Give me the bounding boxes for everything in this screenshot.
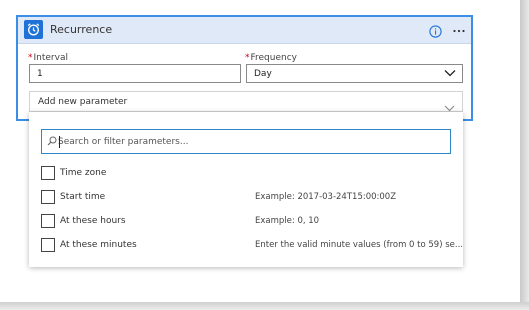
frequency-select[interactable]: Day xyxy=(246,64,463,83)
alarm-clock-icon xyxy=(24,20,43,39)
parameter-option-hint: Enter the valid minute values (from 0 to… xyxy=(255,240,463,250)
time-zone-checkbox[interactable] xyxy=(41,166,55,180)
parameter-option-hint: Example: 0, 10 xyxy=(255,216,320,226)
at-these-minutes-checkbox[interactable] xyxy=(41,238,55,252)
parameter-option-label: At these hours xyxy=(60,216,126,226)
parameter-option-start-time[interactable]: Start time Example: 2017-03-24T15:00:00Z xyxy=(41,190,461,208)
frequency-label-text: Frequency xyxy=(250,53,298,63)
parameter-dropdown-panel: Time zone Start time Example: 2017-03-24… xyxy=(29,112,463,267)
parameter-search-box[interactable] xyxy=(41,129,451,154)
frequency-label: *Frequency xyxy=(245,53,297,63)
window-shadow-bottom xyxy=(0,302,529,310)
parameter-option-hint: Example: 2017-03-24T15:00:00Z xyxy=(255,192,397,202)
interval-input[interactable]: 1 xyxy=(29,64,241,83)
frequency-value: Day xyxy=(254,69,272,79)
interval-label: *Interval xyxy=(28,53,68,63)
parameter-option-label: At these minutes xyxy=(60,240,137,250)
required-mark: * xyxy=(245,53,250,63)
info-icon[interactable] xyxy=(429,23,442,38)
search-icon xyxy=(47,136,57,146)
chevron-down-icon xyxy=(444,69,456,80)
parameter-option-time-zone[interactable]: Time zone xyxy=(41,166,461,184)
parameter-search-input[interactable] xyxy=(58,133,438,150)
window-shadow-right xyxy=(520,0,529,310)
more-options-icon[interactable] xyxy=(452,22,466,36)
add-new-parameter-dropdown[interactable]: Add new parameter xyxy=(29,91,463,112)
text-cursor xyxy=(59,136,60,148)
start-time-checkbox[interactable] xyxy=(41,190,55,204)
card-header[interactable]: Recurrence xyxy=(18,17,471,44)
interval-label-text: Interval xyxy=(33,53,68,63)
add-new-parameter-label: Add new parameter xyxy=(38,97,128,107)
parameter-option-label: Start time xyxy=(60,192,106,202)
card-title: Recurrence xyxy=(50,23,113,36)
parameter-option-label: Time zone xyxy=(60,168,107,178)
recurrence-card: Recurrence *Interval 1 *Frequency Day Ad… xyxy=(16,15,473,121)
at-these-hours-checkbox[interactable] xyxy=(41,214,55,228)
required-mark: * xyxy=(28,53,33,63)
parameter-option-at-these-minutes[interactable]: At these minutes Enter the valid minute … xyxy=(41,238,463,256)
parameter-option-at-these-hours[interactable]: At these hours Example: 0, 10 xyxy=(41,214,461,232)
interval-value: 1 xyxy=(37,69,43,79)
